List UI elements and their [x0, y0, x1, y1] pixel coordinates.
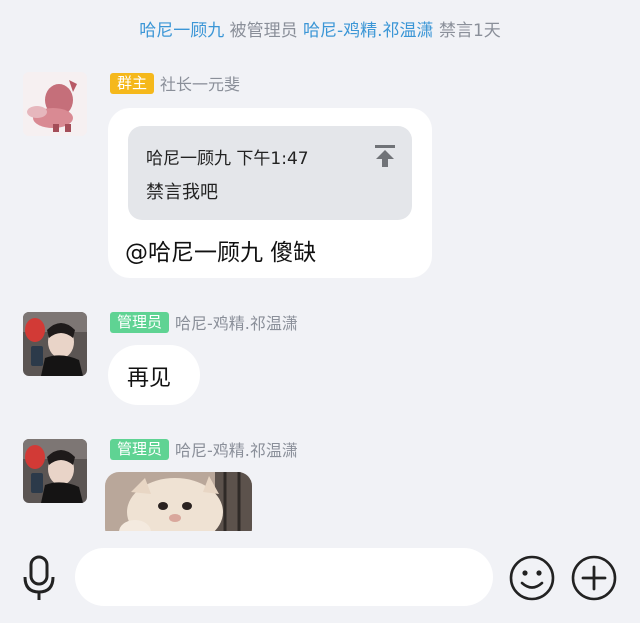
quote-header: 哈尼一顾九 下午1:47 [146, 149, 309, 169]
input-bar [0, 531, 640, 623]
sender-line: 管理员 哈尼-鸡精.祁温潇 [110, 311, 298, 333]
notice-text: 被管理员 [229, 21, 298, 41]
message-text: @哈尼一顾九 傻缺 [125, 240, 317, 266]
muted-user-link[interactable]: 哈尼一顾九 [139, 21, 224, 41]
sender-line: 管理员 哈尼-鸡精.祁温潇 [110, 438, 298, 460]
message-bubble[interactable]: 再见 [108, 345, 200, 405]
avatar[interactable] [23, 439, 87, 503]
system-notice: 哈尼一顾九 被管理员 哈尼-鸡精.祁温潇 禁言1天 [0, 16, 640, 41]
role-badge-owner: 群主 [110, 72, 155, 94]
message-item: 管理员 哈尼-鸡精.祁温潇 再见 [0, 310, 640, 410]
sender-name[interactable]: 社长一元斐 [160, 71, 240, 95]
emoji-icon[interactable] [509, 555, 555, 601]
sender-name[interactable]: 哈尼-鸡精.祁温潇 [175, 310, 298, 334]
avatar-image [23, 72, 87, 136]
quote-text: 禁言我吧 [146, 182, 218, 203]
cat-photo-icon [105, 472, 252, 531]
microphone-icon[interactable] [21, 555, 57, 601]
jump-to-top-icon[interactable] [374, 144, 396, 168]
role-badge-admin: 管理员 [110, 438, 170, 460]
quoted-message[interactable]: 哈尼一顾九 下午1:47 禁言我吧 [128, 126, 412, 220]
message-item: 管理员 哈尼-鸡精.祁温潇 [0, 437, 640, 531]
avatar-image [23, 439, 87, 503]
sender-line: 群主 社长一元斐 [110, 72, 240, 94]
avatar[interactable] [23, 72, 87, 136]
message-bubble[interactable]: 哈尼一顾九 下午1:47 禁言我吧 @哈尼一顾九 傻缺 [108, 108, 432, 278]
role-badge-admin: 管理员 [110, 311, 170, 333]
message-text: 再见 [127, 366, 172, 391]
message-item: 群主 社长一元斐 哈尼一顾九 下午1:47 禁言我吧 @哈尼一顾九 傻缺 [0, 70, 640, 280]
plus-icon[interactable] [571, 555, 617, 601]
avatar-image [23, 312, 87, 376]
message-input[interactable] [75, 548, 493, 606]
notice-duration: 禁言1天 [438, 21, 501, 41]
admin-user-link[interactable]: 哈尼-鸡精.祁温潇 [303, 21, 434, 41]
avatar[interactable] [23, 312, 87, 376]
sender-name[interactable]: 哈尼-鸡精.祁温潇 [175, 437, 298, 461]
message-image[interactable] [105, 472, 252, 531]
